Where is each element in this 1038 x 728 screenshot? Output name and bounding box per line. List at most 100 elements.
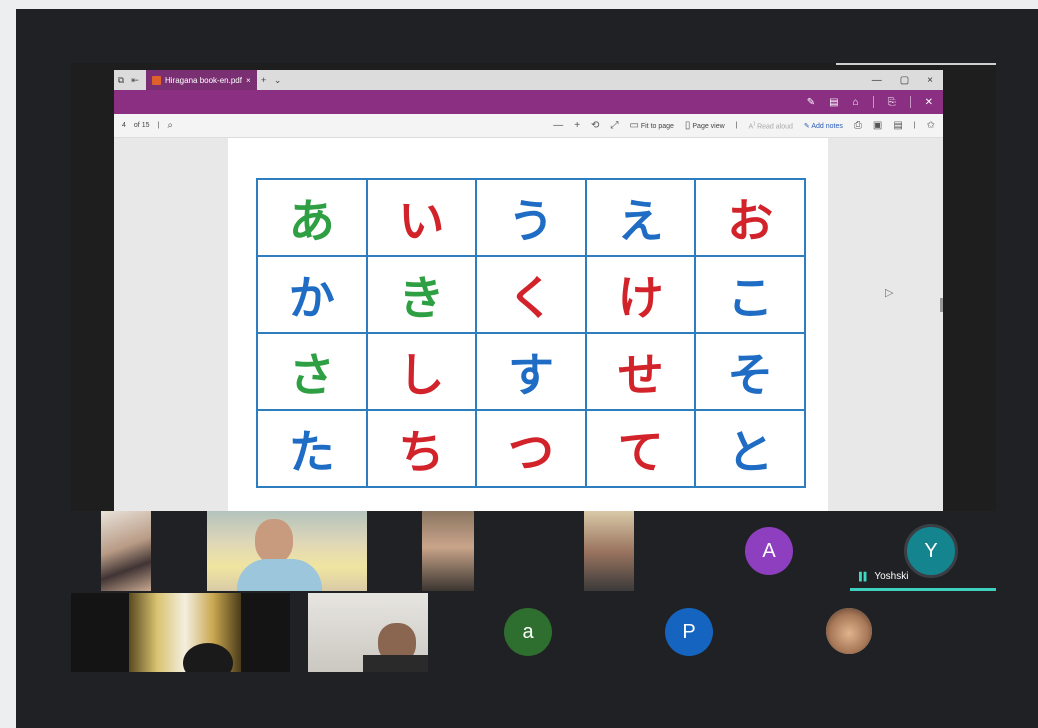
participant-video bbox=[826, 608, 872, 654]
tab-title: Hiragana book-en.pdf bbox=[165, 75, 242, 85]
tab-bar: ⧉ ⇤ Hiragana book-en.pdf × + ⌄ — ▢ × bbox=[114, 70, 943, 90]
hiragana-cell: か bbox=[256, 255, 368, 334]
pen-icon[interactable]: ✎ bbox=[807, 97, 815, 108]
tab-actions-icon[interactable]: ⧉ bbox=[114, 75, 128, 86]
page-number-input[interactable]: 4 bbox=[122, 122, 126, 129]
participant-avatar-a-lower[interactable]: a bbox=[504, 608, 552, 656]
hiragana-cell: え bbox=[584, 178, 697, 257]
toolbar-divider: | bbox=[157, 122, 160, 129]
exit-icon[interactable]: ✕ bbox=[925, 97, 933, 108]
audio-level-icon: ▌▌ bbox=[859, 572, 869, 581]
hiragana-cell: お bbox=[694, 178, 806, 257]
hiragana-row: さしすせそ bbox=[256, 332, 806, 411]
hiragana-row: かきくけこ bbox=[256, 255, 806, 334]
hiragana-cell: て bbox=[584, 409, 697, 488]
add-notes-label: Add notes bbox=[811, 122, 843, 130]
fit-to-page-button[interactable]: ▭ Fit to page bbox=[629, 120, 673, 131]
zoom-in-button[interactable]: + bbox=[574, 120, 580, 131]
participant-tile[interactable] bbox=[422, 511, 474, 591]
highlighter-icon[interactable]: ▤ bbox=[829, 97, 838, 108]
page-total: of 15 bbox=[133, 122, 150, 129]
participant-tile[interactable] bbox=[101, 511, 151, 591]
participant-shirt bbox=[363, 655, 428, 672]
participant-avatar-p[interactable]: P bbox=[665, 608, 713, 656]
save-icon[interactable]: ▣ bbox=[873, 120, 882, 131]
hiragana-cell: さ bbox=[256, 332, 368, 411]
hiragana-cell: き bbox=[365, 255, 478, 334]
participant-avatar-a[interactable]: A bbox=[745, 527, 793, 575]
speaker-name: Yoshski bbox=[874, 571, 909, 582]
rotate-icon[interactable]: ⟲ bbox=[591, 120, 599, 131]
scrollbar-thumb[interactable] bbox=[940, 298, 943, 312]
back-tab-icon[interactable]: ⇤ bbox=[128, 75, 142, 86]
pdf-viewer[interactable]: あいうえおかきくけこさしすせそたちつてと ▷ bbox=[114, 138, 943, 511]
minimize-button[interactable]: — bbox=[872, 75, 882, 86]
hiragana-cell: い bbox=[365, 178, 478, 257]
hiragana-cell: そ bbox=[694, 332, 806, 411]
hiragana-cell: く bbox=[475, 255, 587, 334]
hiragana-row: あいうえお bbox=[256, 178, 806, 257]
close-window-button[interactable]: × bbox=[927, 75, 933, 86]
pin-toolbar-icon[interactable]: ✩ bbox=[927, 120, 935, 131]
mouse-cursor-icon: ▷ bbox=[885, 287, 894, 299]
search-icon[interactable]: ⌕ bbox=[167, 120, 173, 131]
browser-toolbar: ✎ ▤ ⌂ ⎘ ✕ bbox=[114, 90, 943, 114]
maximize-button[interactable]: ▢ bbox=[900, 75, 909, 86]
add-notes-button[interactable]: ✎ Add notes bbox=[804, 122, 843, 130]
hiragana-cell: つ bbox=[475, 409, 587, 488]
hiragana-cell: こ bbox=[694, 255, 806, 334]
pdf-toolbar: 4 of 15 | ⌕ — + ⟲ ⤢ ▭ Fit to page ▯ Page… bbox=[114, 114, 943, 138]
participant-video bbox=[422, 511, 474, 591]
shared-screen: ⧉ ⇤ Hiragana book-en.pdf × + ⌄ — ▢ × ✎ ▤… bbox=[71, 63, 996, 511]
pdf-file-icon bbox=[152, 75, 161, 85]
fullscreen-icon[interactable]: ⤢ bbox=[610, 120, 618, 131]
hiragana-cell: ち bbox=[365, 409, 478, 488]
participant-tile[interactable] bbox=[584, 511, 634, 591]
active-speaker-bar bbox=[850, 588, 996, 591]
fit-to-page-label: Fit to page bbox=[640, 123, 674, 130]
hiragana-row: たちつてと bbox=[256, 409, 806, 488]
window-controls: — ▢ × bbox=[872, 75, 943, 86]
tab-hiragana-pdf[interactable]: Hiragana book-en.pdf × bbox=[146, 70, 257, 90]
participant-face bbox=[255, 519, 293, 563]
toolbar-divider bbox=[909, 96, 911, 108]
hiragana-chart: あいうえおかきくけこさしすせそたちつてと bbox=[256, 178, 806, 488]
participant-shirt bbox=[237, 559, 322, 591]
hiragana-cell: う bbox=[475, 178, 587, 257]
read-aloud-button[interactable]: A) Read aloud bbox=[749, 121, 793, 130]
toolbar-divider: | bbox=[913, 122, 916, 129]
new-tab-button[interactable]: + bbox=[257, 75, 271, 85]
fit-page-icon: ▭ bbox=[629, 120, 639, 131]
tab-close-icon[interactable]: × bbox=[246, 76, 251, 85]
screen-top-line bbox=[836, 63, 996, 65]
read-aloud-label: Read aloud bbox=[757, 123, 793, 131]
zoom-out-button[interactable]: — bbox=[553, 120, 563, 131]
participant-tile[interactable] bbox=[71, 593, 290, 672]
participant-tile-round[interactable] bbox=[826, 608, 872, 654]
hiragana-cell: と bbox=[694, 409, 806, 488]
browser-window: ⧉ ⇤ Hiragana book-en.pdf × + ⌄ — ▢ × ✎ ▤… bbox=[114, 70, 943, 511]
hiragana-cell: す bbox=[475, 332, 587, 411]
page-view-label: Page view bbox=[692, 123, 725, 130]
active-speaker-label: ▌▌ Yoshski bbox=[859, 571, 908, 582]
toolbar-divider bbox=[872, 96, 874, 108]
hiragana-cell: あ bbox=[256, 178, 368, 257]
toolbar-divider: | bbox=[735, 122, 738, 129]
participant-video bbox=[101, 511, 151, 591]
participant-avatar-y[interactable]: Y bbox=[904, 524, 958, 578]
participant-tile[interactable] bbox=[308, 593, 428, 672]
hiragana-cell: け bbox=[584, 255, 697, 334]
save-as-icon[interactable]: ▤ bbox=[893, 120, 902, 131]
tab-menu-icon[interactable]: ⌄ bbox=[271, 75, 285, 86]
hiragana-cell: た bbox=[256, 409, 368, 488]
share-icon[interactable]: ⎘ bbox=[888, 97, 896, 108]
page-view-button[interactable]: ▯ Page view bbox=[685, 120, 725, 131]
print-icon[interactable]: ⎙ bbox=[854, 120, 862, 131]
page-view-icon: ▯ bbox=[684, 120, 691, 131]
participant-video bbox=[584, 511, 634, 591]
hiragana-cell: せ bbox=[584, 332, 697, 411]
participant-tile[interactable] bbox=[207, 511, 367, 591]
hiragana-cell: し bbox=[365, 332, 478, 411]
pdf-page: あいうえおかきくけこさしすせそたちつてと bbox=[228, 138, 828, 511]
eraser-icon[interactable]: ⌂ bbox=[853, 97, 859, 108]
